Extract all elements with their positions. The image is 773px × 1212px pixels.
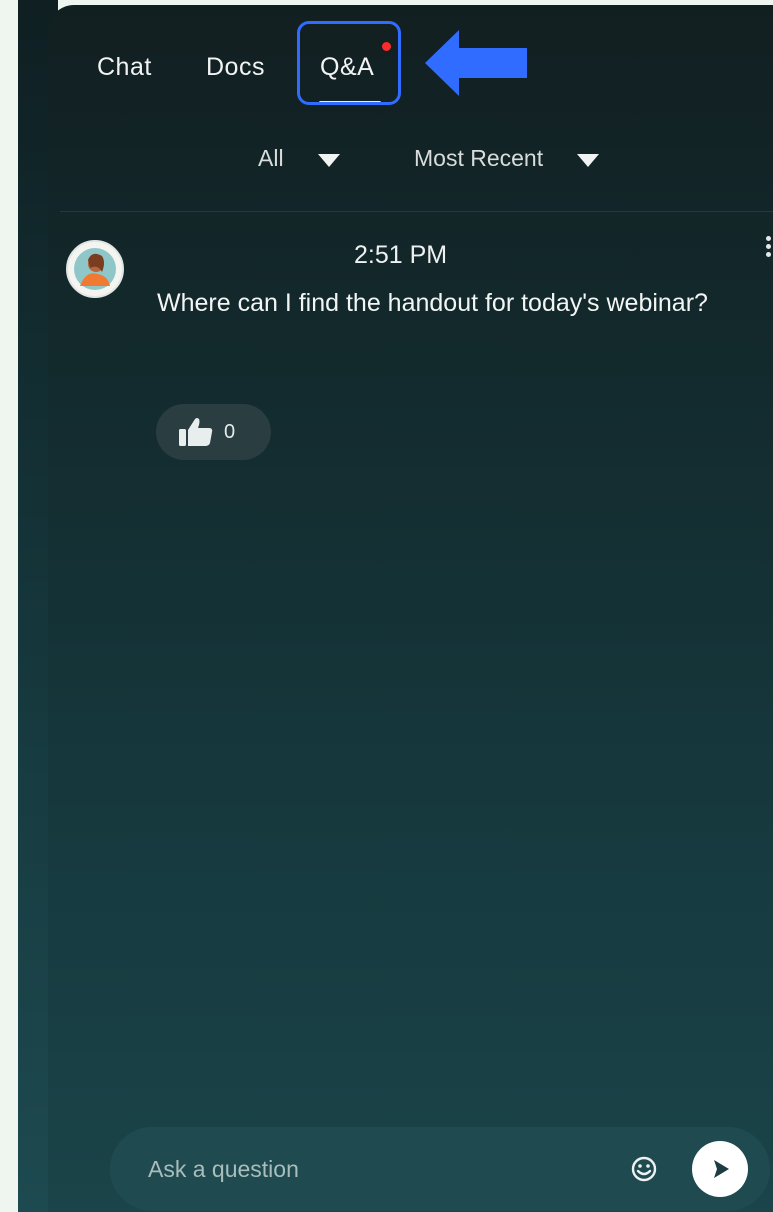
tab-chat[interactable]: Chat xyxy=(97,52,152,82)
like-count: 0 xyxy=(224,420,236,443)
send-icon xyxy=(714,1160,729,1178)
more-vertical-icon[interactable] xyxy=(766,236,773,260)
like-button[interactable]: 0 xyxy=(156,404,271,460)
sort-dropdown[interactable]: Most Recent xyxy=(414,143,600,173)
question-input-placeholder: Ask a question xyxy=(148,1156,299,1182)
avatar-image xyxy=(74,248,116,290)
left-arrow-icon xyxy=(425,30,527,96)
question-item: 2:51 PM Where can I find the handout for… xyxy=(48,230,773,470)
thumbs-up-icon xyxy=(179,418,213,446)
scope-dropdown-label: All xyxy=(258,145,284,171)
message-timestamp: 2:51 PM xyxy=(354,241,448,269)
avatar xyxy=(66,240,124,298)
question-text: Where can I find the handout for today's… xyxy=(157,289,708,317)
qa-panel: Chat Docs Q&A All Most Recent 2:51 PM Wh… xyxy=(48,5,773,1212)
divider xyxy=(60,211,773,212)
chevron-down-icon xyxy=(317,153,340,167)
highlight-box xyxy=(297,21,401,105)
question-input[interactable]: Ask a question xyxy=(110,1127,770,1211)
emoji-icon[interactable] xyxy=(630,1155,658,1183)
tab-bar: Chat Docs Q&A xyxy=(48,5,773,115)
send-button[interactable] xyxy=(692,1141,748,1197)
sort-dropdown-label: Most Recent xyxy=(414,145,544,171)
chevron-down-icon xyxy=(577,153,600,167)
tab-docs[interactable]: Docs xyxy=(206,52,265,82)
scope-dropdown[interactable]: All xyxy=(258,143,340,173)
filter-bar: All Most Recent xyxy=(48,135,773,185)
